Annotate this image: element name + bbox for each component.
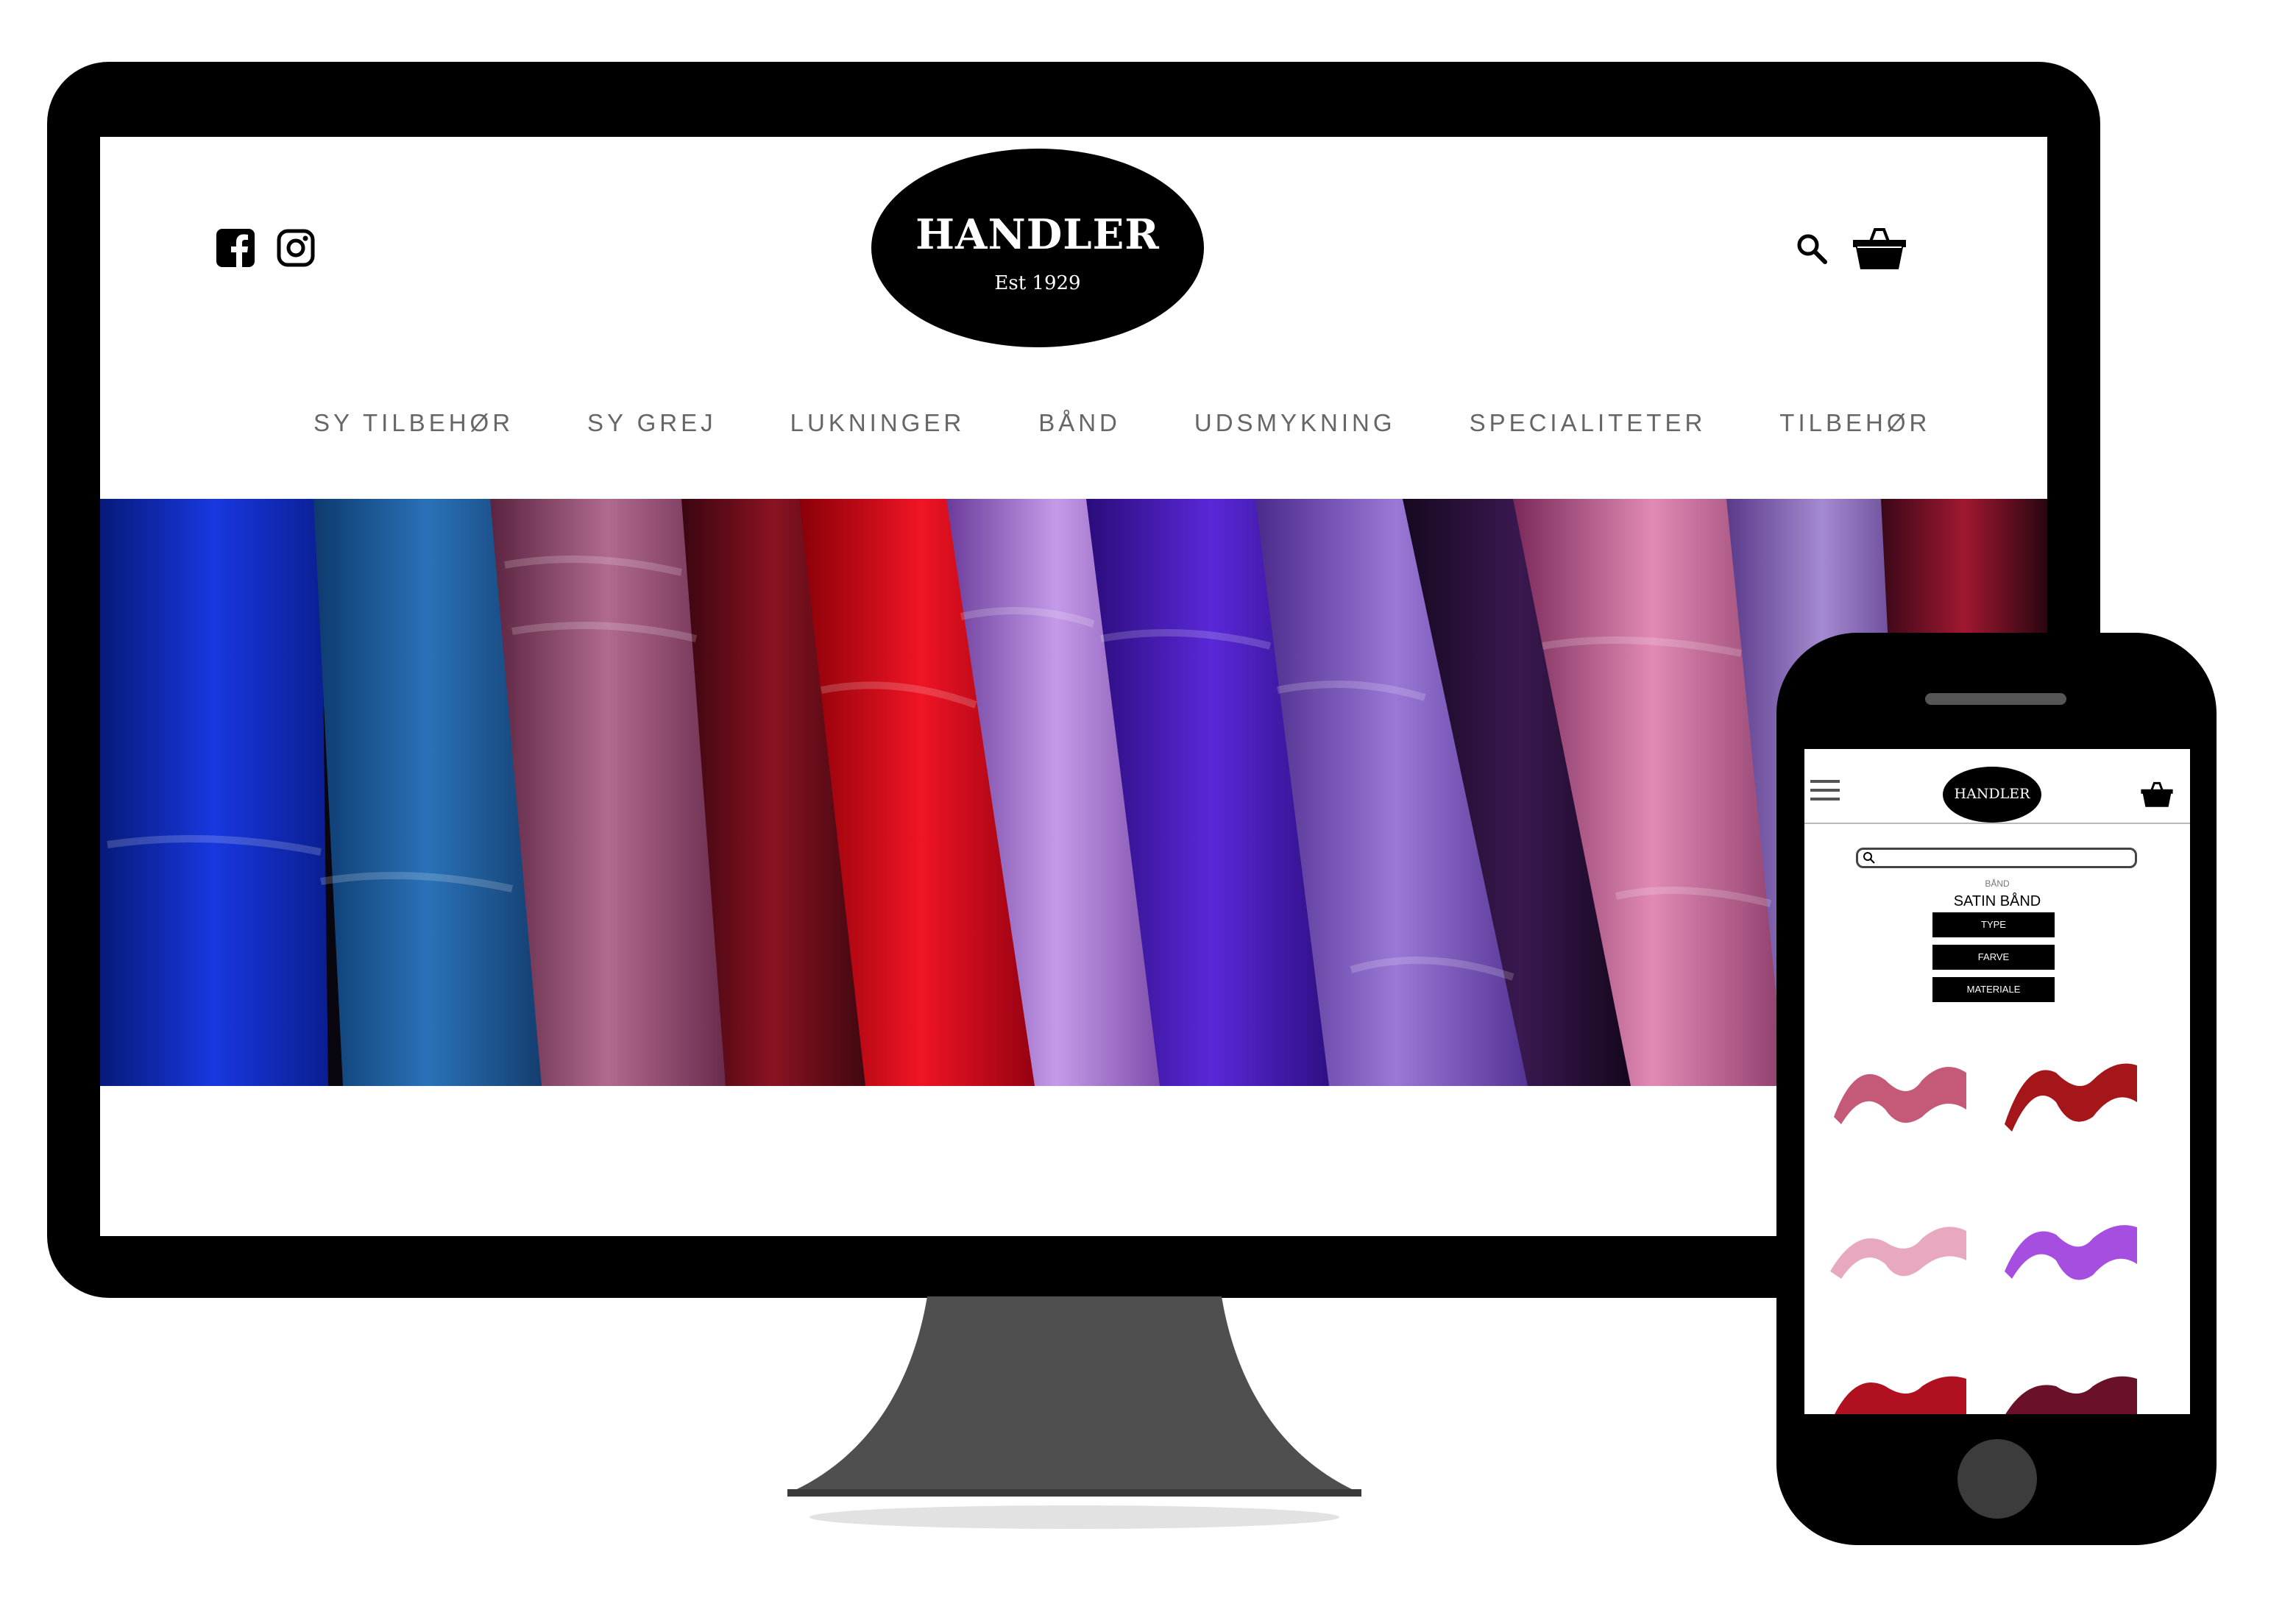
nav-item-sy-grej[interactable]: SY GREJ: [587, 409, 717, 441]
basket-icon[interactable]: [1852, 227, 1907, 271]
brand-established: Est 1929: [994, 272, 1081, 294]
nav-item-sy-tilbehor[interactable]: SY TILBEHØR: [313, 409, 514, 441]
desktop-screen: HANDLER Est 1929 SY TILBEHØR SY GREJ LUK…: [100, 137, 2047, 1236]
phone-home-button[interactable]: [1957, 1439, 2037, 1519]
filter-button-materiale[interactable]: MATERIALE: [1932, 977, 2055, 1002]
product-ribbon-4[interactable]: [1997, 1205, 2144, 1301]
filter-button-type[interactable]: TYPE: [1932, 912, 2055, 937]
mobile-search-input[interactable]: [1856, 848, 2137, 868]
product-ribbon-5[interactable]: [1826, 1364, 1974, 1414]
brand-logo[interactable]: HANDLER Est 1929: [871, 149, 1204, 347]
mobile-phone: HANDLER BÅND SATIN BÅND TYPE FARVE MATER…: [1776, 633, 2217, 1545]
hero-ribbon-image: [100, 499, 2047, 1086]
social-links: [216, 229, 315, 267]
nav-item-specialiteter[interactable]: SPECIALITETER: [1470, 409, 1707, 441]
mobile-header: HANDLER: [1804, 749, 2190, 824]
mobile-brand-name: HANDLER: [1954, 786, 2030, 802]
mobile-page-title: SATIN BÅND: [1953, 893, 2041, 909]
nav-item-udsmykning[interactable]: UDSMYKNING: [1194, 409, 1396, 441]
nav-item-lukninger[interactable]: LUKNINGER: [790, 409, 965, 441]
mobile-brand-logo[interactable]: HANDLER: [1943, 767, 2041, 823]
instagram-icon[interactable]: [277, 229, 315, 267]
facebook-icon[interactable]: [216, 229, 255, 267]
mobile-screen: HANDLER BÅND SATIN BÅND TYPE FARVE MATER…: [1804, 749, 2190, 1414]
header-tools: [1794, 227, 1907, 271]
product-ribbon-2[interactable]: [1997, 1043, 2144, 1139]
nav-item-tilbehor[interactable]: TILBEHØR: [1779, 409, 1930, 441]
mobile-search-icon: [1863, 852, 1875, 864]
phone-speaker: [1925, 693, 2066, 705]
product-ribbon-1[interactable]: [1826, 1043, 1974, 1139]
search-icon[interactable]: [1794, 231, 1829, 266]
product-ribbon-3[interactable]: [1826, 1205, 1974, 1301]
brand-name: HANDLER: [915, 210, 1160, 259]
hamburger-menu-icon[interactable]: [1810, 778, 1840, 802]
monitor-stand: [787, 1296, 1361, 1529]
filter-button-farve[interactable]: FARVE: [1932, 945, 2055, 970]
mobile-basket-icon[interactable]: [2140, 781, 2174, 808]
mobile-breadcrumb[interactable]: BÅND: [1804, 879, 2190, 889]
product-ribbon-6[interactable]: [1997, 1364, 2144, 1414]
nav-item-band[interactable]: BÅND: [1038, 409, 1121, 441]
main-navigation: SY TILBEHØR SY GREJ LUKNINGER BÅND UDSMY…: [313, 409, 2004, 441]
